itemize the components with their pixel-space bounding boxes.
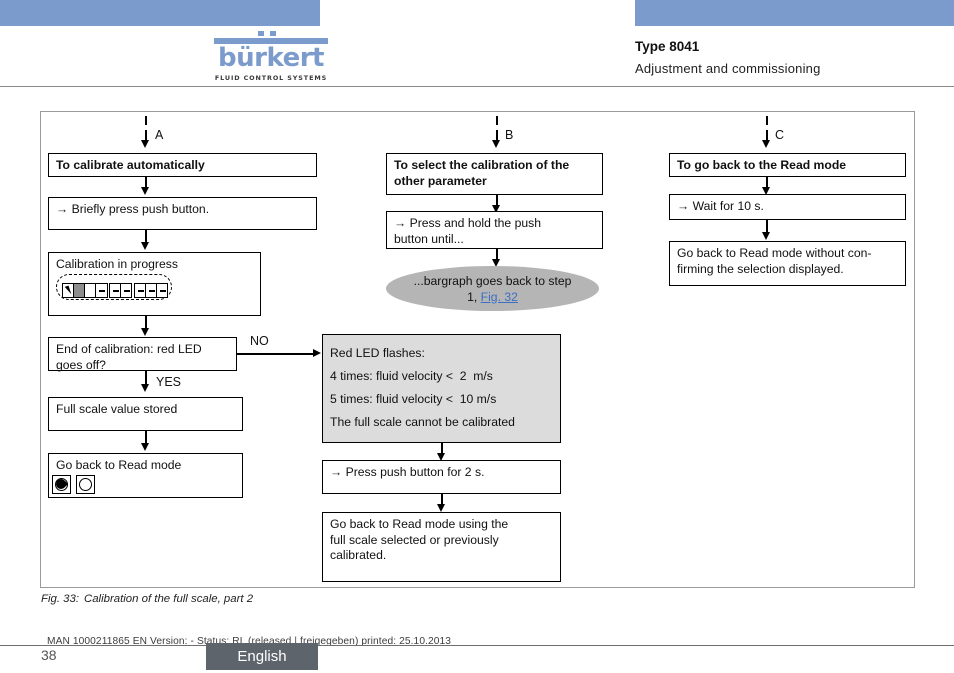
- header-accent-bar-right: [635, 0, 954, 26]
- branch-b-title-line1: To select the calibration of the: [394, 158, 570, 172]
- page-subtitle: Adjustment and commissioning: [635, 61, 821, 76]
- header-accent-bar-left: [0, 0, 320, 26]
- branch-b-oval-line1: ...bargraph goes back to step: [413, 273, 572, 288]
- footer-divider: [0, 645, 954, 646]
- branch-a-arrow2-head: [141, 242, 149, 250]
- error-action-text: → Press push button for 2 s.: [330, 465, 485, 479]
- page-number: 38: [41, 647, 57, 663]
- bargraph-cell: [155, 283, 169, 298]
- branch-c-entry-arrowhead: [762, 140, 770, 148]
- branch-no-label: NO: [250, 334, 269, 348]
- branch-c-result-box: Go back to Read mode without con- firmin…: [669, 241, 906, 286]
- branch-a-decision-line1: End of calibration: red LED: [56, 342, 202, 356]
- error-line3: 5 times: fluid velocity < 10 m/s: [330, 392, 497, 406]
- bargraph-cell: [120, 283, 133, 298]
- figure-caption-text: Calibration of the full scale, part 2: [84, 593, 254, 605]
- branch-a-tag: A: [155, 128, 164, 142]
- branch-a-entry-arrowhead: [141, 140, 149, 148]
- branch-a-readmode-text: Go back to Read mode: [56, 458, 182, 472]
- branch-b-oval: ...bargraph goes back to step 1, Fig. 32: [386, 266, 599, 311]
- branch-a-arrow4-head: [141, 443, 149, 451]
- branch-b-title-box: To select the calibration of the other p…: [386, 153, 603, 195]
- branch-b-entry-arrowhead: [492, 140, 500, 148]
- logo-tagline: FLUID CONTROL SYSTEMS: [214, 74, 328, 82]
- error-box: Red LED flashes: 4 times: fluid velocity…: [322, 334, 561, 443]
- branch-a-arrow1-head: [141, 187, 149, 195]
- branch-c-action-box: → Wait for 10 s.: [669, 194, 906, 220]
- burkert-logo: bürkert FLUID CONTROL SYSTEMS: [214, 31, 328, 82]
- branch-a-stored-box: Full scale value stored: [48, 397, 243, 431]
- branch-a-arrow3-head: [141, 328, 149, 336]
- error-result-line2: full scale selected or previously: [330, 532, 499, 547]
- branch-a-progress-title: Calibration in progress: [56, 257, 178, 271]
- branch-b-tag: B: [505, 128, 514, 142]
- document-page: bürkert FLUID CONTROL SYSTEMS Type 8041 …: [0, 0, 954, 673]
- error-line2: 4 times: fluid velocity < 2 m/s: [330, 369, 493, 383]
- error-arrow2-head: [437, 504, 445, 512]
- branch-c-title: To go back to the Read mode: [677, 158, 847, 172]
- branch-yes-arrowhead: [141, 384, 149, 392]
- error-action-box: → Press push button for 2 s.: [322, 460, 561, 494]
- branch-c-result-line1: Go back to Read mode without con-: [677, 246, 872, 260]
- branch-b-title-line2: other parameter: [394, 173, 487, 188]
- logo-bar: [214, 31, 328, 44]
- bargraph-cell: [95, 283, 108, 298]
- branch-a-decision-line2: goes off?: [56, 357, 106, 372]
- header-divider: [0, 86, 954, 87]
- branch-b-entry-stub: [496, 116, 498, 125]
- bargraph-segments: [62, 283, 169, 298]
- branch-c-arrow2-head: [762, 232, 770, 240]
- branch-a-action: → Briefly press push button.: [56, 202, 210, 216]
- branch-b-action-line2: button until...: [394, 231, 464, 246]
- read-mode-icons: [52, 475, 95, 494]
- error-result-line1: Go back to Read mode using the: [330, 517, 509, 531]
- page-title: Type 8041: [635, 39, 700, 54]
- logo-wordmark: bürkert: [218, 43, 324, 73]
- branch-c-tag: C: [775, 128, 785, 142]
- figure-caption: Fig. 33: Calibration of the full scale, p…: [41, 593, 253, 605]
- language-tab: English: [206, 643, 318, 670]
- error-line1: Red LED flashes:: [330, 346, 425, 360]
- error-result-box: Go back to Read mode using the full scal…: [322, 512, 561, 582]
- branch-yes-label: YES: [156, 375, 182, 389]
- fig32-link[interactable]: Fig. 32: [481, 290, 518, 304]
- figure-caption-number: Fig. 33:: [41, 593, 79, 605]
- branch-c-result-line2: firming the selection displayed.: [677, 261, 844, 276]
- branch-c-entry-stub: [766, 116, 768, 125]
- branch-no-line: [237, 353, 315, 355]
- branch-no-arrowhead: [313, 349, 321, 357]
- branch-b-oval-line2-pre: 1,: [467, 289, 481, 304]
- branch-c-title-box: To go back to the Read mode: [669, 153, 906, 177]
- branch-a-title: To calibrate automatically: [56, 158, 205, 172]
- branch-a-action-box: → Briefly press push button.: [48, 197, 317, 230]
- led-empty-icon: [76, 475, 95, 494]
- branch-a-entry-stub: [145, 116, 147, 125]
- branch-b-action-line1: → Press and hold the push: [394, 216, 542, 230]
- led-pie-icon: [52, 475, 71, 494]
- error-line4: The full scale cannot be calibrated: [330, 415, 515, 429]
- branch-a-stored-text: Full scale value stored: [56, 402, 178, 416]
- branch-a-decision-box: End of calibration: red LED goes off?: [48, 337, 237, 372]
- branch-c-action: → Wait for 10 s.: [677, 199, 764, 213]
- error-result-line3: calibrated.: [330, 548, 387, 562]
- branch-b-action-box: → Press and hold the push button until..…: [386, 211, 603, 249]
- branch-a-title-box: To calibrate automatically: [48, 153, 317, 177]
